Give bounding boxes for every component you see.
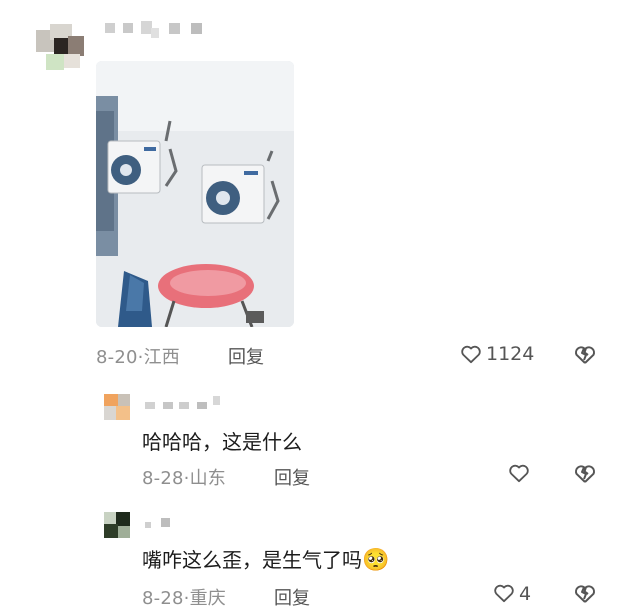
comment-photo[interactable] [96,61,294,327]
like-count: 1124 [486,343,535,365]
broken-heart-icon[interactable] [573,343,597,369]
reply-button[interactable]: 回复 [228,343,264,369]
pleading-face-emoji: 🥺 [362,548,390,573]
comment-meta: 8-28·山东 [142,464,226,490]
heart-outline-icon[interactable] [460,344,482,368]
heart-outline-icon[interactable] [508,463,530,487]
comment-meta: 8-28·重庆 [142,584,226,610]
avatar[interactable] [104,512,130,538]
comment-text: 嘴咋这么歪，是生气了吗🥺 [142,544,389,573]
broken-heart-icon[interactable] [573,582,597,608]
comment-date: 8-28 [142,468,184,489]
username[interactable] [105,20,215,40]
username[interactable] [145,396,225,412]
comment-text-body: 嘴咋这么歪，是生气了吗 [142,548,362,572]
comment-text: 哈哈哈，这是什么 [142,430,302,454]
reply-button[interactable]: 回复 [274,584,310,610]
comment-meta: 8-20·江西 [96,343,180,369]
heart-outline-icon[interactable] [493,583,515,607]
reply-button[interactable]: 回复 [274,464,310,490]
avatar[interactable] [36,24,86,74]
comment-date: 8-28 [142,588,184,609]
broken-heart-icon[interactable] [573,462,597,488]
comment-date: 8-20 [96,347,138,368]
comment-location: 重庆 [189,588,226,609]
photo-image [96,61,294,327]
avatar[interactable] [104,394,130,420]
comment-location: 山东 [189,468,226,489]
like-count: 4 [519,583,532,605]
comment-location: 江西 [143,347,180,368]
username[interactable] [145,518,175,532]
